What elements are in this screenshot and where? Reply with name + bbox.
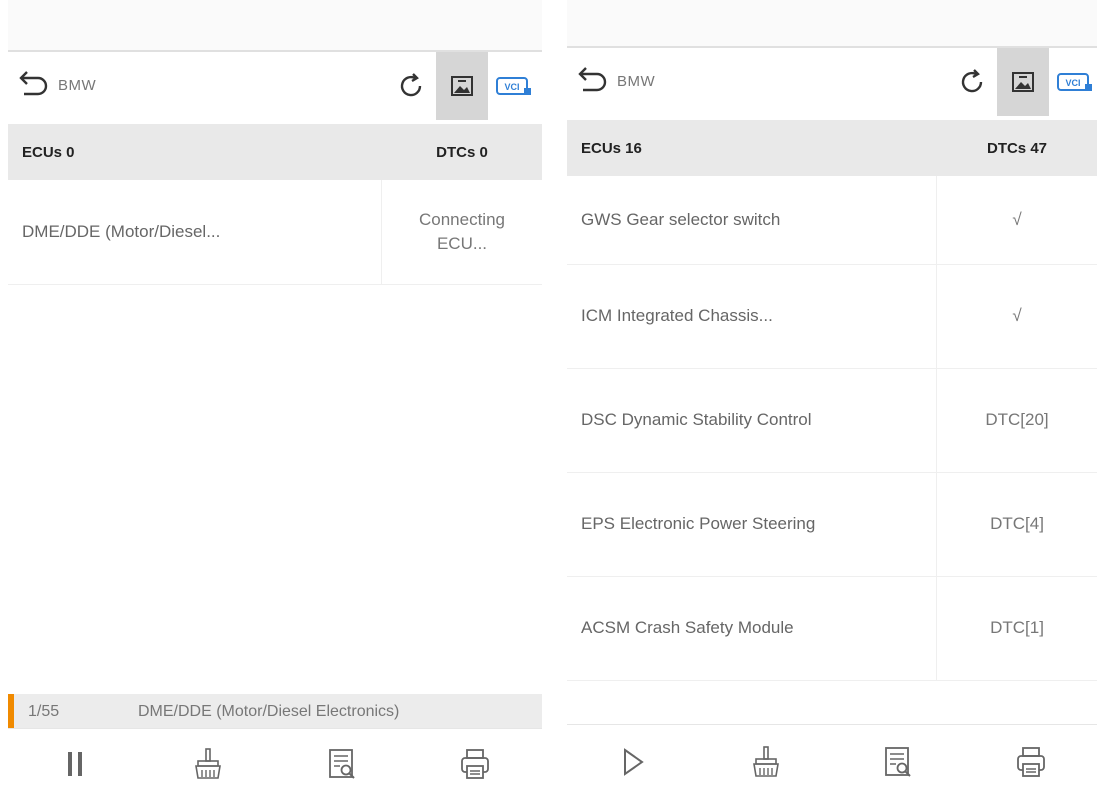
refresh-icon [961, 69, 983, 93]
ecu-status: DTC[4] [990, 514, 1044, 533]
ecus-count: ECUs 0 [22, 143, 75, 161]
report-button[interactable] [832, 725, 965, 799]
image-icon [451, 76, 473, 96]
ecu-name: DME/DDE (Motor/Diesel... [8, 180, 382, 284]
ecu-status-line2: ECU... [436, 234, 488, 253]
screenshot-button[interactable] [997, 48, 1049, 116]
image-icon [1012, 72, 1034, 92]
ecu-status: DTC[1] [990, 618, 1044, 637]
refresh-button[interactable] [951, 48, 993, 116]
ecu-row[interactable]: EPS Electronic Power Steering DTC[4] [567, 472, 1097, 577]
svg-text:VCI: VCI [1065, 78, 1080, 88]
back-arrow-icon[interactable] [14, 68, 50, 102]
ecu-row[interactable]: GWS Gear selector switch √ [567, 176, 1097, 265]
bottom-toolbar [567, 724, 1097, 799]
report-icon [328, 749, 355, 779]
page-title: BMW [58, 77, 97, 94]
clear-button[interactable] [700, 725, 833, 799]
clear-icon [752, 746, 779, 777]
ecu-name: DSC Dynamic Stability Control [567, 368, 937, 472]
ecu-row[interactable]: DME/DDE (Motor/Diesel... Connecting ECU.… [8, 180, 542, 285]
app-header: BMW VCI [567, 48, 1097, 116]
ecu-status: √ [1012, 306, 1022, 325]
app-header: BMW VCI [8, 52, 542, 120]
print-icon [1016, 747, 1045, 777]
print-button[interactable] [965, 725, 1098, 799]
ecu-name: ACSM Crash Safety Module [567, 576, 937, 680]
progress-indicator [8, 694, 14, 730]
back-arrow-icon[interactable] [573, 64, 609, 98]
svg-text:VCI: VCI [504, 82, 519, 92]
screenshot-button[interactable] [436, 52, 488, 120]
column-header: ECUs 0 DTCs 0 [8, 124, 542, 180]
ecu-status: √ [1012, 210, 1022, 229]
report-icon [885, 747, 911, 777]
ecus-count: ECUs 16 [581, 139, 642, 157]
scan-panel-right: BMW VCI ECUs 16 DTCs 47 GWS Gear selecto… [567, 0, 1097, 799]
print-icon [461, 749, 490, 779]
pause-button[interactable] [8, 729, 142, 799]
status-bar [8, 0, 542, 52]
print-button[interactable] [409, 729, 543, 799]
vci-status-button[interactable]: VCI [1053, 48, 1097, 116]
start-button[interactable] [567, 725, 700, 799]
status-bar [567, 0, 1097, 48]
vci-status-button[interactable]: VCI [492, 52, 536, 120]
vci-icon: VCI [496, 77, 531, 95]
report-button[interactable] [275, 729, 409, 799]
refresh-button[interactable] [390, 52, 432, 120]
vci-icon: VCI [1057, 73, 1092, 91]
ecu-row[interactable]: ICM Integrated Chassis... √ [567, 264, 1097, 369]
scan-panel-left: BMW VCI ECUs 0 DTCs 0 DME/DDE (Motor/Die… [8, 0, 542, 799]
refresh-icon [400, 73, 422, 97]
clear-button[interactable] [142, 729, 276, 799]
ecu-status-line1: Connecting [418, 210, 505, 229]
scan-progress: 1/55 DME/DDE (Motor/Diesel Electronics) [8, 694, 542, 730]
ecu-name: EPS Electronic Power Steering [567, 472, 937, 576]
ecu-status: DTC[20] [985, 410, 1049, 429]
dtcs-count: DTCs 47 [986, 139, 1048, 157]
column-header: ECUs 16 DTCs 47 [567, 120, 1097, 176]
bottom-toolbar [8, 728, 542, 799]
page-title: BMW [617, 73, 656, 90]
play-icon [624, 748, 644, 776]
ecu-status: Connecting ECU... [382, 180, 542, 284]
pause-icon [67, 752, 82, 776]
ecu-row[interactable]: ACSM Crash Safety Module DTC[1] [567, 576, 1097, 681]
progress-count: 1/55 [28, 703, 60, 720]
ecu-row[interactable]: DSC Dynamic Stability Control DTC[20] [567, 368, 1097, 473]
ecu-name: GWS Gear selector switch [567, 176, 937, 264]
clear-icon [195, 748, 222, 779]
progress-text: DME/DDE (Motor/Diesel Electronics) [138, 703, 400, 720]
dtcs-count: DTCs 0 [436, 143, 488, 161]
ecu-name: ICM Integrated Chassis... [567, 264, 937, 368]
